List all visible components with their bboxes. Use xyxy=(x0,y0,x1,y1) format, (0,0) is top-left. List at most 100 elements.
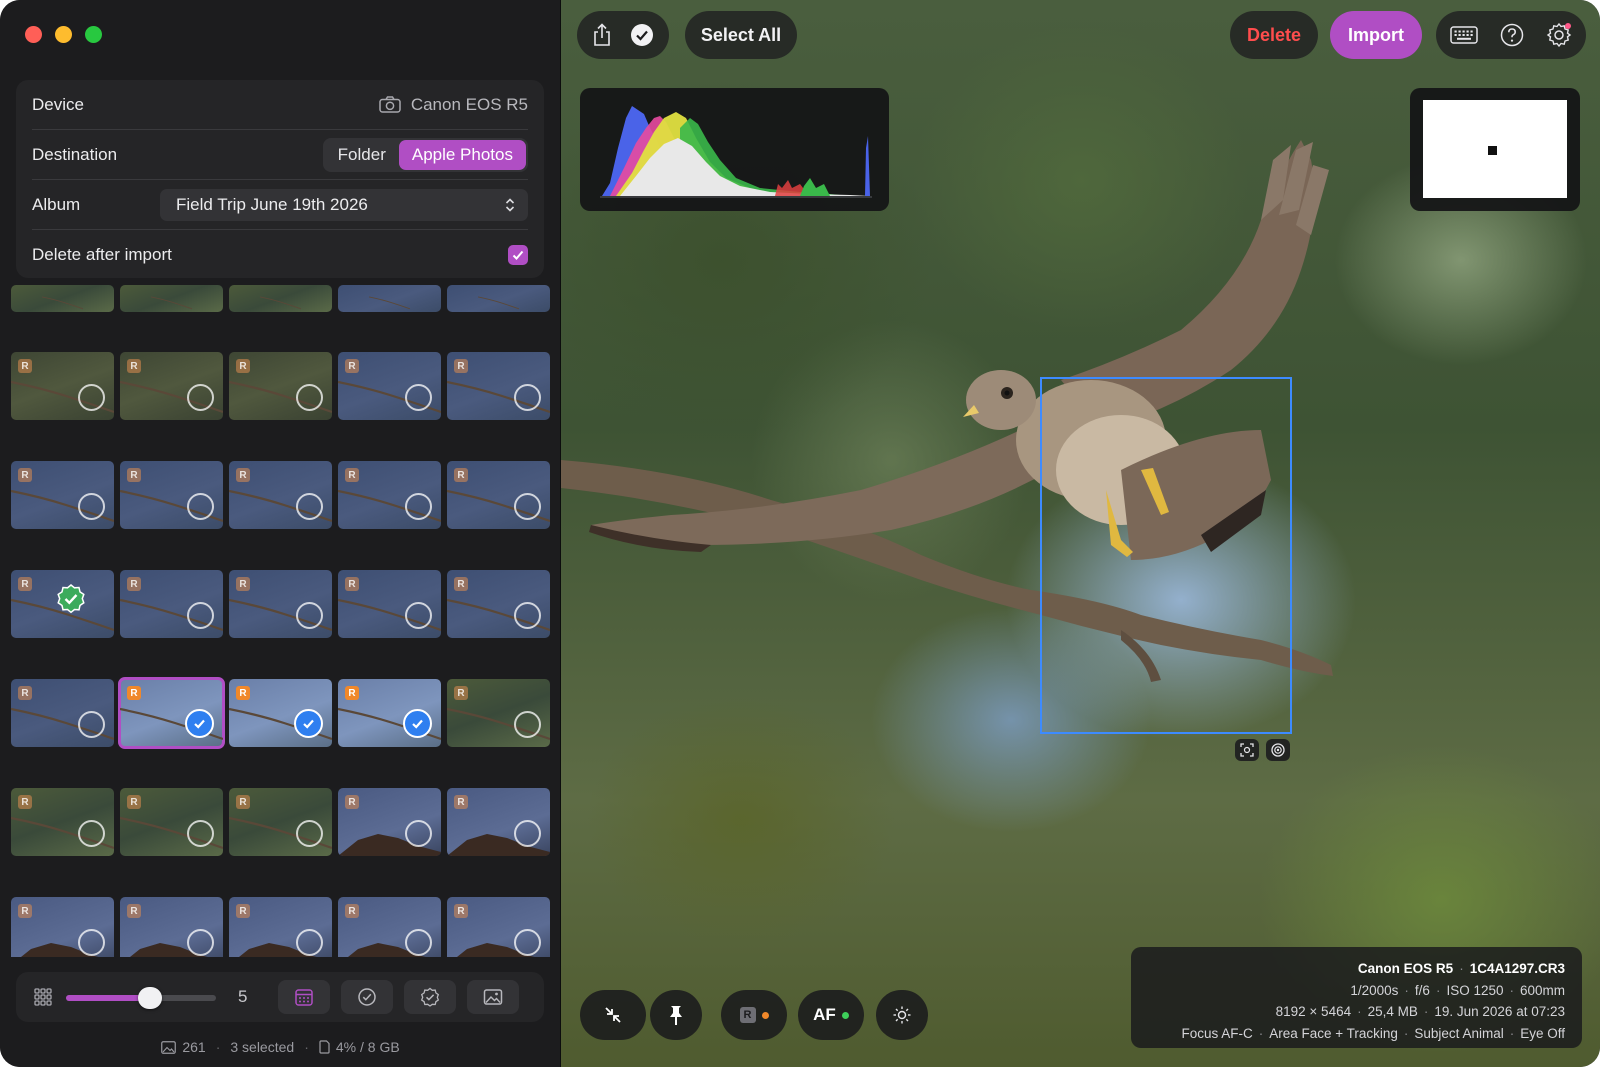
calendar-filter-button[interactable] xyxy=(278,980,330,1014)
select-circle[interactable] xyxy=(296,384,323,411)
select-circle[interactable] xyxy=(296,602,323,629)
photo-thumbnail[interactable]: R xyxy=(120,461,223,529)
photo-thumbnail[interactable]: R xyxy=(11,788,114,856)
select-all-button[interactable]: Select All xyxy=(685,11,797,59)
photo-thumbnail[interactable]: R xyxy=(229,897,332,957)
select-circle[interactable] xyxy=(296,929,323,956)
share-icon[interactable] xyxy=(592,23,612,47)
photo-thumbnail[interactable]: R xyxy=(338,897,441,957)
verified-filter-button[interactable] xyxy=(404,980,456,1014)
photo-thumbnail[interactable]: R xyxy=(338,679,441,747)
raw-badge: R xyxy=(454,359,468,373)
photo-thumbnail[interactable]: R xyxy=(11,679,114,747)
photo-thumbnail[interactable]: R xyxy=(338,788,441,856)
select-circle[interactable] xyxy=(405,820,432,847)
destination-folder-option[interactable]: Folder xyxy=(325,140,399,170)
photos-filter-button[interactable] xyxy=(467,980,519,1014)
raw-filter-button[interactable]: R xyxy=(721,990,787,1040)
device-label: Device xyxy=(32,94,84,114)
selected-checkmark-icon[interactable] xyxy=(294,709,323,738)
help-icon[interactable] xyxy=(1500,23,1524,47)
destination-apple-photos-option[interactable]: Apple Photos xyxy=(398,139,526,170)
verified-seal-icon[interactable] xyxy=(55,583,87,615)
select-circle[interactable] xyxy=(514,711,541,738)
navigator-minimap[interactable] xyxy=(1410,88,1580,211)
select-circle[interactable] xyxy=(514,493,541,520)
photo-thumbnail[interactable] xyxy=(11,285,114,312)
photo-thumbnail[interactable]: R xyxy=(11,352,114,420)
collapse-view-button[interactable] xyxy=(580,990,646,1040)
select-circle[interactable] xyxy=(514,384,541,411)
thumbnail-image xyxy=(477,296,520,310)
select-circle[interactable] xyxy=(405,384,432,411)
photo-thumbnail[interactable]: R xyxy=(338,570,441,638)
select-circle[interactable] xyxy=(187,384,214,411)
photo-thumbnail[interactable]: R xyxy=(338,461,441,529)
photo-thumbnail[interactable]: R xyxy=(11,570,114,638)
photo-thumbnail[interactable]: R xyxy=(447,897,550,957)
select-toggle-icon[interactable] xyxy=(630,23,654,47)
select-circle[interactable] xyxy=(514,820,541,847)
selected-checkmark-icon[interactable] xyxy=(403,709,432,738)
raw-badge: R xyxy=(127,795,141,809)
photo-thumbnail[interactable]: R xyxy=(120,788,223,856)
minimize-window-button[interactable] xyxy=(55,26,72,43)
exposure-button[interactable] xyxy=(876,990,928,1040)
photo-thumbnail[interactable]: R xyxy=(229,570,332,638)
navigator-viewport-marker[interactable] xyxy=(1488,146,1497,155)
select-circle[interactable] xyxy=(296,820,323,847)
photo-thumbnail[interactable] xyxy=(229,285,332,312)
select-circle[interactable] xyxy=(78,384,105,411)
album-select[interactable]: Field Trip June 19th 2026 xyxy=(160,188,528,221)
photo-thumbnail[interactable]: R xyxy=(447,352,550,420)
import-button[interactable]: Import xyxy=(1330,11,1422,59)
select-circle[interactable] xyxy=(78,820,105,847)
select-circle[interactable] xyxy=(187,820,214,847)
photo-thumbnail[interactable] xyxy=(447,285,550,312)
photo-thumbnail[interactable]: R xyxy=(447,461,550,529)
photo-thumbnail[interactable]: R xyxy=(118,677,225,749)
select-circle[interactable] xyxy=(405,493,432,520)
photo-thumbnail[interactable]: R xyxy=(11,897,114,957)
select-circle[interactable] xyxy=(405,602,432,629)
photo-thumbnail[interactable]: R xyxy=(447,788,550,856)
photo-thumbnail[interactable]: R xyxy=(229,679,332,747)
select-circle[interactable] xyxy=(296,493,323,520)
photo-thumbnail[interactable]: R xyxy=(11,461,114,529)
close-window-button[interactable] xyxy=(25,26,42,43)
delete-button[interactable]: Delete xyxy=(1230,11,1318,59)
selected-checkmark-icon[interactable] xyxy=(185,709,214,738)
select-circle[interactable] xyxy=(78,929,105,956)
settings-gear-icon[interactable] xyxy=(1546,22,1572,48)
select-circle[interactable] xyxy=(514,602,541,629)
pin-button[interactable] xyxy=(650,990,702,1040)
select-circle[interactable] xyxy=(187,602,214,629)
select-circle[interactable] xyxy=(78,493,105,520)
autofocus-overlay-button[interactable]: AF xyxy=(798,990,864,1040)
photo-thumbnail[interactable]: R xyxy=(229,788,332,856)
photo-thumbnail[interactable]: R xyxy=(338,352,441,420)
select-circle[interactable] xyxy=(78,711,105,738)
photo-thumbnail[interactable]: R xyxy=(120,570,223,638)
focus-target-button[interactable] xyxy=(1266,739,1290,761)
photo-thumbnail[interactable]: R xyxy=(120,352,223,420)
delete-after-import-checkbox[interactable] xyxy=(508,244,528,265)
photo-thumbnail[interactable]: R xyxy=(447,570,550,638)
select-circle[interactable] xyxy=(187,929,214,956)
thumbnail-size-slider[interactable] xyxy=(66,987,216,1009)
selected-filter-button[interactable] xyxy=(341,980,393,1014)
photo-thumbnail[interactable]: R xyxy=(447,679,550,747)
photo-thumbnail[interactable]: R xyxy=(229,352,332,420)
album-value: Field Trip June 19th 2026 xyxy=(176,194,368,214)
select-circle[interactable] xyxy=(514,929,541,956)
maximize-window-button[interactable] xyxy=(85,26,102,43)
photo-thumbnail[interactable]: R xyxy=(120,897,223,957)
photo-thumbnail[interactable] xyxy=(338,285,441,312)
focus-point-button[interactable] xyxy=(1235,739,1259,761)
photo-thumbnail[interactable] xyxy=(120,285,223,312)
keyboard-icon[interactable] xyxy=(1450,25,1478,45)
slider-knob[interactable] xyxy=(138,987,162,1009)
select-circle[interactable] xyxy=(405,929,432,956)
select-circle[interactable] xyxy=(187,493,214,520)
photo-thumbnail[interactable]: R xyxy=(229,461,332,529)
